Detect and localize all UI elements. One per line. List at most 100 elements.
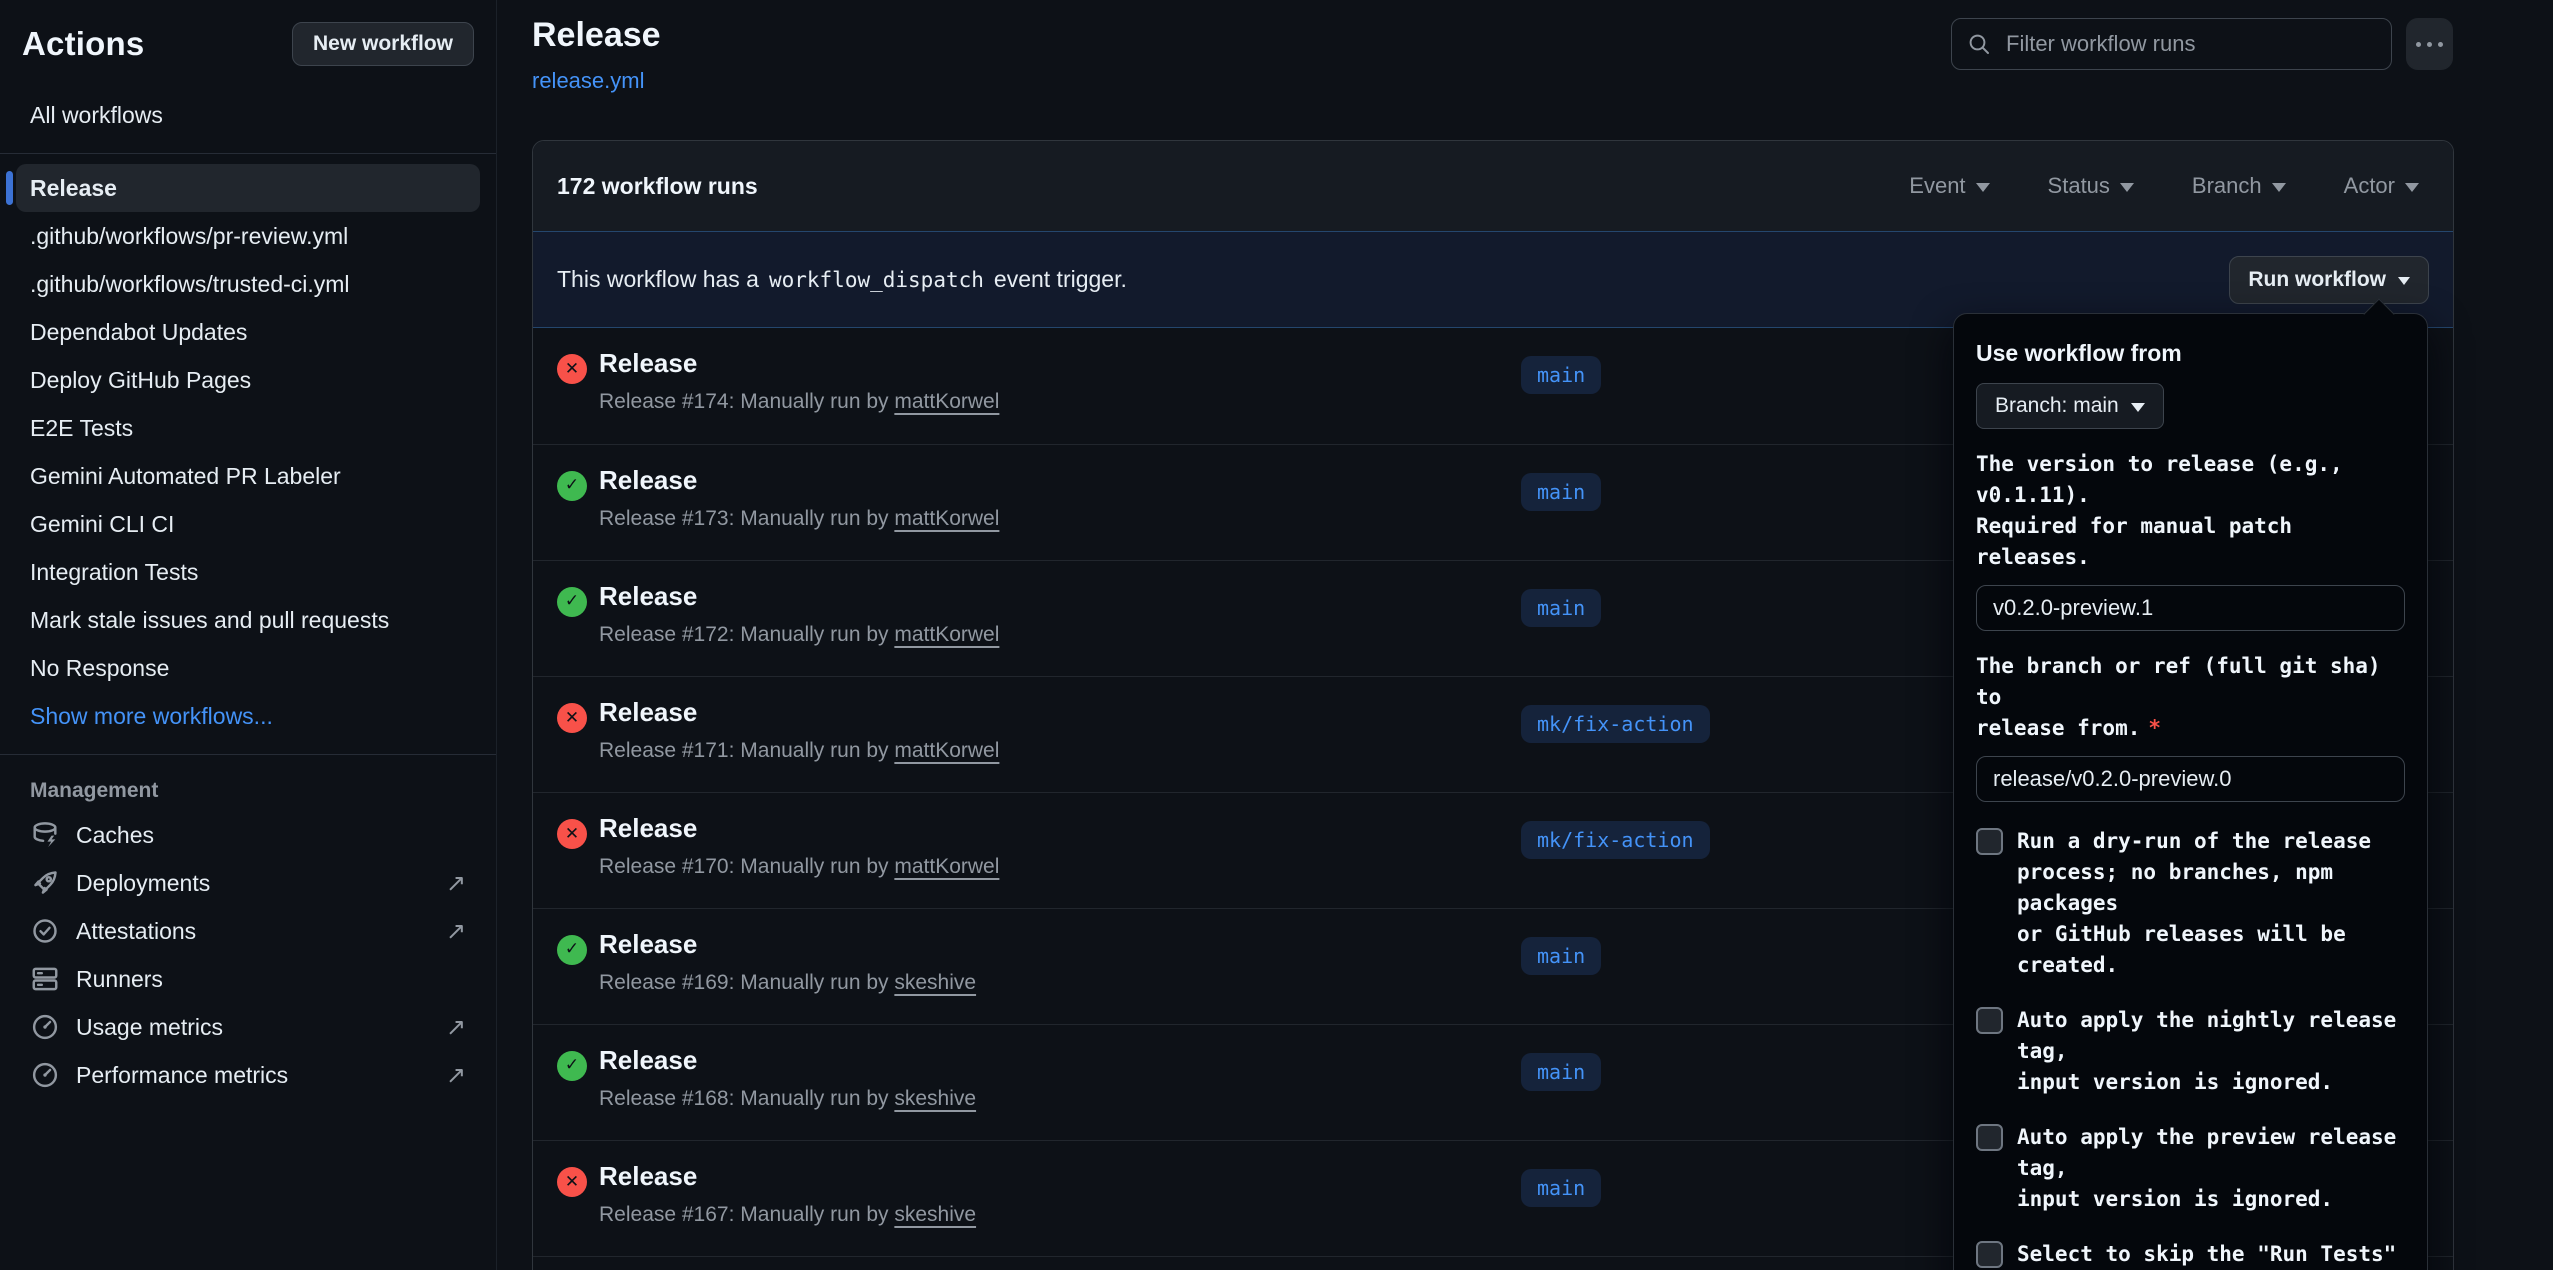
run-title-link[interactable]: Release [599,929,697,960]
sidebar-item-no-response[interactable]: No Response [16,644,480,692]
sidebar-item-gemini-cli-ci[interactable]: Gemini CLI CI [16,500,480,548]
run-title-link[interactable]: Release [599,697,697,728]
sidebar-item-caches[interactable]: Caches [16,811,480,859]
sidebar-item-label: Attestations [76,918,196,945]
sidebar-item-label: Performance metrics [76,1062,288,1089]
filter-actor-dropdown[interactable]: Actor [2344,173,2419,199]
sidebar-item-e2e-tests[interactable]: E2E Tests [16,404,480,452]
filter-event-dropdown[interactable]: Event [1909,173,1989,199]
runs-list-header: 172 workflow runs Event Status Branch Ac… [533,141,2453,231]
ref-input[interactable] [1976,756,2405,802]
run-status-success-icon [557,471,587,501]
show-more-workflows-link[interactable]: Show more workflows... [16,692,480,740]
sidebar-divider [0,153,496,154]
chevron-down-icon [2120,183,2134,192]
run-actor-link[interactable]: skeshive [894,971,976,994]
preview-tag-checkbox[interactable] [1976,1124,2003,1151]
run-workflow-dropdown-panel: Use workflow from Branch: main The versi… [1953,313,2428,1270]
actions-page: Actions New workflow All workflows Relea… [0,0,2553,1270]
branch-badge[interactable]: main [1521,937,1601,975]
run-status-failure-icon [557,819,587,849]
external-link-icon: ↗ [446,1013,466,1042]
management-nav: Caches Deployments ↗ Attestations ↗ [0,811,496,1099]
filter-search [1951,18,2392,70]
use-workflow-from-label: Use workflow from [1976,340,2405,367]
chevron-down-icon [2272,183,2286,192]
run-actor-link[interactable]: skeshive [894,1203,976,1226]
sidebar-item-usage-metrics[interactable]: Usage metrics ↗ [16,1003,480,1051]
branch-badge[interactable]: main [1521,1169,1601,1207]
branch-badge[interactable]: main [1521,589,1601,627]
sidebar-item-deployments[interactable]: Deployments ↗ [16,859,480,907]
chevron-down-icon [2131,403,2145,412]
sidebar-item-attestations[interactable]: Attestations ↗ [16,907,480,955]
run-status-success-icon [557,1051,587,1081]
dry-run-checkbox[interactable] [1976,828,2003,855]
run-title-link[interactable]: Release [599,1045,697,1076]
banner-text: This workflow has aworkflow_dispatcheven… [557,266,1127,293]
workflow-file-link[interactable]: release.yml [532,68,644,94]
nightly-tag-checkbox-row: Auto apply the nightly release tag, inpu… [1976,1005,2405,1098]
sidebar-item-deploy-github-pages[interactable]: Deploy GitHub Pages [16,356,480,404]
sidebar-item-mark-stale[interactable]: Mark stale issues and pull requests [16,596,480,644]
branch-badge[interactable]: main [1521,1053,1601,1091]
version-input[interactable] [1976,585,2405,631]
run-title-link[interactable]: Release [599,1161,697,1192]
run-title-link[interactable]: Release [599,581,697,612]
run-status-success-icon [557,935,587,965]
runs-count: 172 workflow runs [557,173,758,200]
dry-run-checkbox-row: Run a dry-run of the release process; no… [1976,826,2405,981]
run-actor-link[interactable]: skeshive [894,1087,976,1110]
sidebar-item-all-workflows[interactable]: All workflows [16,92,480,139]
verified-icon [30,916,60,946]
skip-tests-checkbox-row: Select to skip the "Run Tests" step in t… [1976,1239,2405,1270]
cache-icon [30,820,60,850]
branch-badge[interactable]: main [1521,473,1601,511]
sidebar-item-pr-review[interactable]: .github/workflows/pr-review.yml [16,212,480,260]
sidebar-item-trusted-ci[interactable]: .github/workflows/trusted-ci.yml [16,260,480,308]
run-status-failure-icon [557,354,587,384]
branch-badge[interactable]: mk/fix-action [1521,821,1710,859]
nightly-tag-checkbox[interactable] [1976,1007,2003,1034]
sidebar-item-label: Caches [76,822,154,849]
filter-workflow-runs-input[interactable] [1951,18,2392,70]
workflow-options-kebab-button[interactable] [2406,18,2453,70]
branch-badge[interactable]: mk/fix-action [1521,705,1710,743]
run-title-link[interactable]: Release [599,813,697,844]
run-title-link[interactable]: Release [599,465,697,496]
sidebar-title: Actions [22,25,144,63]
sidebar-item-dependabot-updates[interactable]: Dependabot Updates [16,308,480,356]
search-icon [1967,32,1991,56]
sidebar-item-runners[interactable]: Runners [16,955,480,1003]
sidebar-item-gemini-pr-labeler[interactable]: Gemini Automated PR Labeler [16,452,480,500]
rocket-icon [30,868,60,898]
chevron-down-icon [1976,183,1990,192]
sidebar: Actions New workflow All workflows Relea… [0,0,497,1270]
filter-branch-dropdown[interactable]: Branch [2192,173,2286,199]
new-workflow-button[interactable]: New workflow [292,22,474,66]
external-link-icon: ↗ [446,917,466,946]
run-status-failure-icon [557,703,587,733]
run-workflow-dropdown-button[interactable]: Run workflow [2229,256,2429,304]
run-actor-link[interactable]: mattKorwel [894,855,999,878]
sidebar-item-performance-metrics[interactable]: Performance metrics ↗ [16,1051,480,1099]
sidebar-divider [0,754,496,755]
skip-tests-checkbox[interactable] [1976,1241,2003,1268]
ref-field-description: The branch or ref (full git sha) to rele… [1976,651,2405,744]
chevron-down-icon [2398,277,2410,285]
workflow-nav: Release .github/workflows/pr-review.yml … [0,164,496,740]
sidebar-item-label: Deployments [76,870,210,897]
sidebar-item-label: Usage metrics [76,1014,223,1041]
run-actor-link[interactable]: mattKorwel [894,739,999,762]
run-actor-link[interactable]: mattKorwel [894,390,999,413]
sidebar-item-release[interactable]: Release [16,164,480,212]
branch-badge[interactable]: main [1521,356,1601,394]
run-title-link[interactable]: Release [599,348,697,379]
run-actor-link[interactable]: mattKorwel [894,623,999,646]
external-link-icon: ↗ [446,869,466,898]
external-link-icon: ↗ [446,1061,466,1090]
filter-status-dropdown[interactable]: Status [2048,173,2134,199]
branch-selector-button[interactable]: Branch: main [1976,383,2164,429]
sidebar-item-integration-tests[interactable]: Integration Tests [16,548,480,596]
run-actor-link[interactable]: mattKorwel [894,507,999,530]
